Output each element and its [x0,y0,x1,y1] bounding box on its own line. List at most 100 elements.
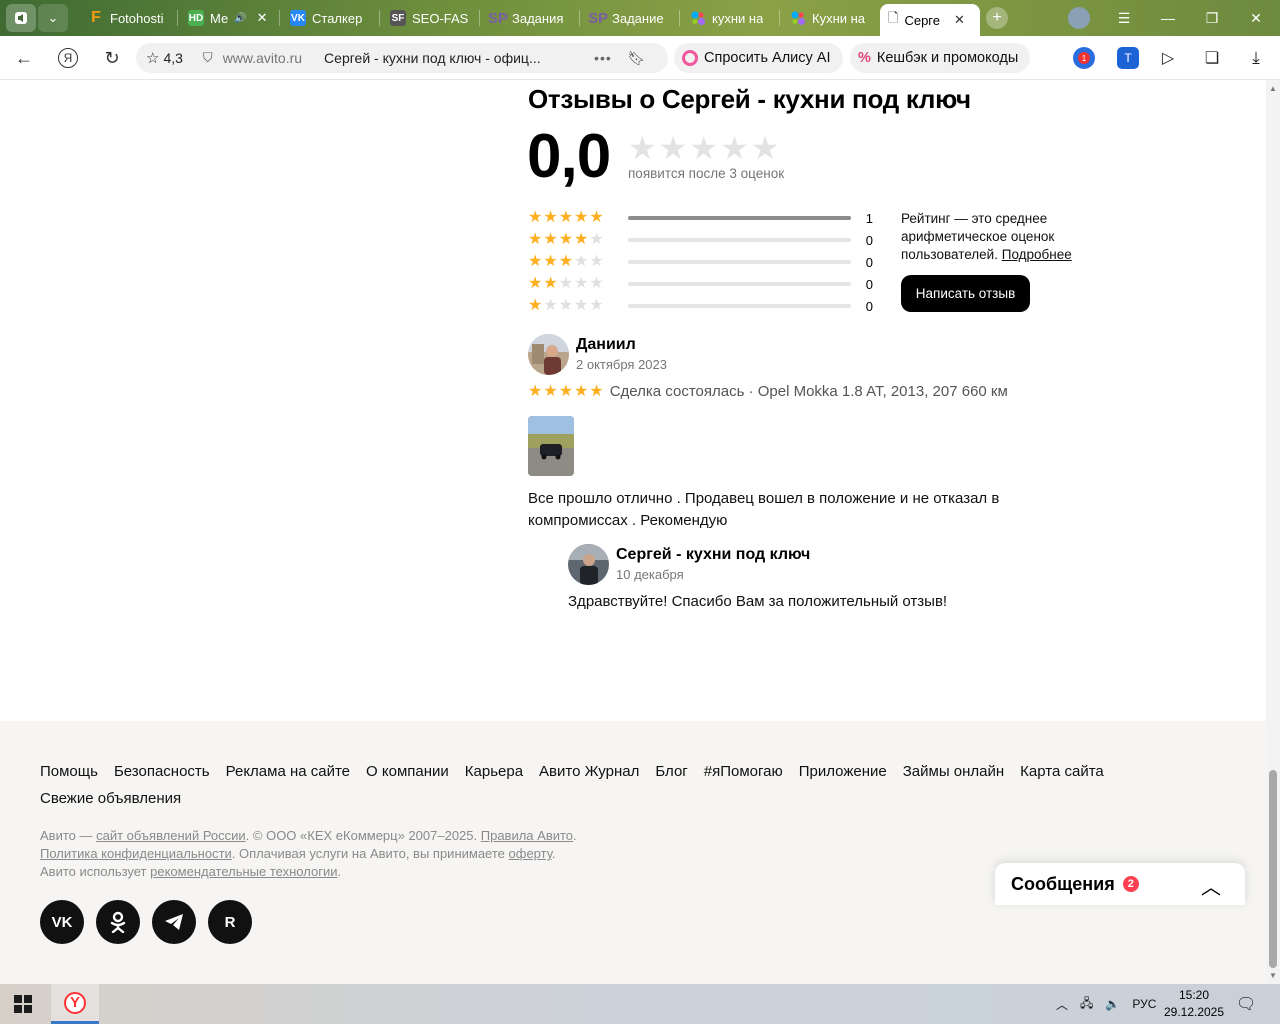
new-tab-button[interactable]: + [986,7,1008,29]
score-note: появится после 3 оценок [628,166,785,181]
avito-favicon [690,10,706,26]
chevron-up-icon[interactable]: ︿ [1201,871,1221,900]
language-indicator[interactable]: РУС [1132,997,1156,1011]
rating-bar [627,282,852,286]
hamburger-icon: ☰ [1117,9,1131,26]
footer-link[interactable]: Приложение [799,763,887,780]
chevron-up-icon[interactable]: ︿ [1056,996,1068,1013]
footer-link[interactable]: Карьера [465,763,523,780]
volume-icon[interactable]: 🔈 [1105,997,1120,1011]
close-window-button[interactable]: ✕ [1234,0,1278,36]
extension-shield-icon[interactable]: 1 [1073,47,1095,69]
more-link[interactable]: Подробнее [1002,247,1072,262]
footer-link[interactable]: Займы онлайн [903,763,1004,780]
back-button[interactable]: ← [10,44,38,72]
video-play-icon[interactable]: ▷ [1157,47,1179,69]
speaker-icon: 🔊 [234,12,247,24]
tab-media[interactable]: HD Ме 🔊 ✕ [180,4,278,32]
legal-link[interactable]: Правила Авито [481,828,573,843]
footer-link[interactable]: Свежие объявления [40,790,1190,807]
tab-label: Задание [612,10,664,26]
sound-icon [15,12,27,24]
tabs-dropdown-button[interactable]: ⌄ [38,4,68,32]
page-content: Отзывы о Сергей - кухни под ключ 0,0 ★ ★… [0,80,1266,984]
collections-icon[interactable]: ❏ [1201,47,1223,69]
bookmark-icon[interactable]: 🔖︎ [628,50,646,67]
address-bar[interactable]: ☆ 4,3 ⛉ www.avito.ru Сергей - кухни под … [136,43,668,73]
tab-kuhni-1[interactable]: кухни на [682,4,778,32]
review-photo[interactable] [528,416,574,476]
alice-button[interactable]: Спросить Алису AI [674,43,843,73]
footer-link[interactable]: Авито Журнал [539,763,639,780]
menu-button[interactable]: ☰ [1102,0,1146,36]
footer-link[interactable]: Помощь [40,763,98,780]
legal-link[interactable]: рекомендательные технологии [150,864,337,879]
star-icon: ★ [589,275,604,292]
tab-zadaniya[interactable]: SP Задания [482,4,578,32]
site-rating[interactable]: ☆ 4,3 [146,49,183,67]
close-icon[interactable]: ✕ [954,12,965,28]
legal-link[interactable]: Политика конфиденциальности [40,846,232,861]
hd-favicon: HD [188,10,204,26]
reload-button[interactable]: ↻ [98,44,126,72]
taskbar-clock[interactable]: 15:20 29.12.2025 [1160,987,1228,1021]
write-review-button[interactable]: Написать отзыв [901,275,1030,312]
star-icon: ★ [589,209,604,226]
footer-link[interactable]: Карта сайта [1020,763,1104,780]
footer-link[interactable]: Блог [655,763,687,780]
avatar[interactable] [528,334,569,375]
scrollbar-thumb[interactable] [1269,770,1277,968]
legal-link[interactable]: сайт объявлений России [96,828,246,843]
restore-button[interactable]: ❐ [1190,0,1234,36]
footer-link[interactable]: Безопасность [114,763,210,780]
star-icon: ★ [543,275,558,292]
footer-link[interactable]: О компании [366,763,449,780]
more-icon[interactable]: ••• [594,50,612,66]
messages-widget[interactable]: Сообщения 2 ︿ [995,863,1245,905]
tab-seo-fast[interactable]: SF SEO-FAS [382,4,478,32]
sound-tab-button[interactable] [6,4,36,32]
footer-link[interactable]: Реклама на сайте [226,763,350,780]
profile-avatar[interactable] [1068,7,1090,29]
legal-link[interactable]: оферту [509,846,552,861]
tab-stalker[interactable]: VK Сталкер [282,4,378,32]
reply-author[interactable]: Сергей - кухни под ключ [616,546,810,564]
notifications-button[interactable]: 🗨 [1236,984,1256,1024]
tab-kuhni-2[interactable]: Кухни на [782,4,878,32]
review-author[interactable]: Даниил [576,336,636,354]
page-scrollbar[interactable]: ▲ ▼ [1266,80,1280,984]
sf-favicon: SF [390,10,406,26]
download-icon[interactable]: ⤓ [1245,47,1267,69]
rating-bar [627,238,852,242]
scroll-up-icon[interactable]: ▲ [1269,84,1277,93]
shield-icon[interactable]: ⛉ [203,50,213,66]
tab-sergey-active[interactable]: 🗋 Серге ✕ [880,4,980,36]
tab-label: SEO-FAS [412,10,469,26]
star-icon: ★ [528,382,543,400]
minimize-button[interactable]: — [1146,0,1190,36]
yandex-browser-taskbar-button[interactable]: Y [51,984,99,1024]
vk-icon[interactable]: VK [40,900,84,944]
extension-translate-icon[interactable]: T [1117,47,1139,69]
tab-fotohost[interactable]: F Fotohosti [80,4,176,32]
close-icon[interactable]: ✕ [257,10,268,26]
odnoklassniki-icon[interactable] [96,900,140,944]
telegram-icon[interactable] [152,900,196,944]
tab-zadanie[interactable]: SP Задание [582,4,678,32]
star-icon: ★ [574,382,589,400]
windows-start-icon[interactable] [14,995,32,1013]
yandex-button[interactable]: Я [54,44,82,72]
seller-avatar[interactable] [568,544,609,585]
network-icon[interactable]: 🖧 [1080,994,1093,1015]
rutube-icon[interactable]: R [208,900,252,944]
yandex-browser-icon: Y [64,991,86,1014]
scroll-down-icon[interactable]: ▼ [1269,971,1277,980]
footer-link[interactable]: #яПомогаю [704,763,783,780]
star-icon: ★ [528,297,543,314]
url-domain: www.avito.ru [222,50,303,66]
star-icon: ★ [543,297,558,314]
cashback-button[interactable]: % Кешбэк и промокоды [850,43,1031,73]
alice-icon [682,50,698,66]
row-stars: ★ ★ ★ ★ ★ [528,254,628,270]
tab-label: Сталкер [312,10,363,26]
